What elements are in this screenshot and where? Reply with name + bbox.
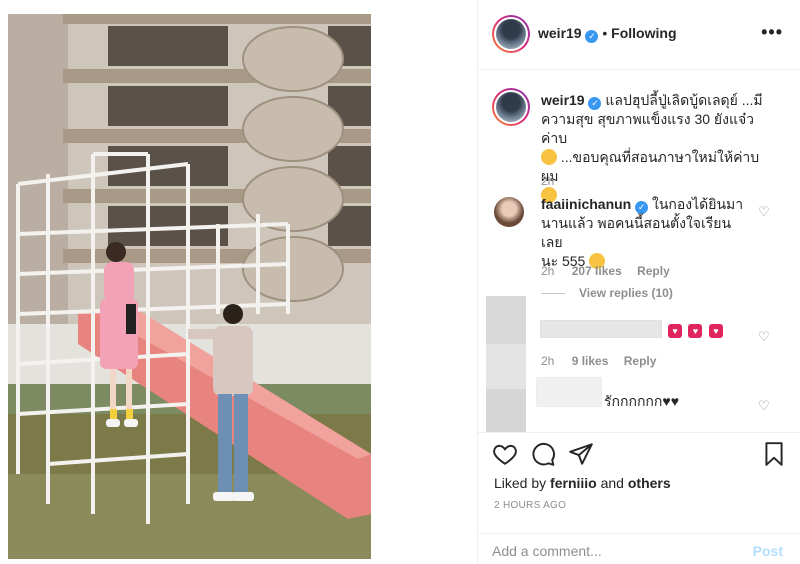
post-actions: Liked by ferniiio and others 2 HOURS AGO… xyxy=(478,432,800,564)
caption-text-line2: ความสุข สุขภาพแข็งแรง 30 ยังแจ๋วค่าบ xyxy=(541,111,755,146)
heart-emoji-icon: ♥ xyxy=(708,324,723,338)
comment-emoji-row: ♥ ♥ ♥ xyxy=(666,321,723,339)
comment-line1: ในกองได้ยินมา xyxy=(652,196,744,212)
author-username[interactable]: weir19 xyxy=(538,25,582,41)
blurred-avatar xyxy=(486,389,526,432)
liked-by-user[interactable]: ferniiio xyxy=(550,475,597,491)
photo-illustration xyxy=(8,14,371,559)
comment-username[interactable]: faaiinichanun xyxy=(541,196,631,212)
comment-text: faaiinichanun ✓ ในกองได้ยินมา นานแล้ว พอ… xyxy=(541,195,751,271)
post-photo-area xyxy=(0,0,477,564)
comment-like-heart-icon[interactable]: ♡ xyxy=(758,204,770,220)
caption-text-line3: ...ขอบคุณที่สอนภาษาใหม่ให้ค่าบผม xyxy=(541,149,760,184)
comment-time[interactable]: 2h xyxy=(541,264,554,278)
header-user-line: weir19 ✓ • Following xyxy=(538,25,677,43)
comment-reply-button[interactable]: Reply xyxy=(637,264,670,278)
view-replies[interactable]: View replies (10) xyxy=(541,286,673,300)
comment-meta: 2h 207 likes Reply xyxy=(541,264,670,278)
liked-by-line: Liked by ferniiio and others xyxy=(494,475,671,491)
blurred-avatar xyxy=(486,344,526,392)
post-time-ago[interactable]: 2 HOURS AGO xyxy=(494,500,566,511)
add-comment-input[interactable] xyxy=(492,540,732,562)
comment-avatar[interactable] xyxy=(494,197,524,227)
verified-badge-icon: ✓ xyxy=(635,201,649,214)
liked-by-and: and xyxy=(596,475,628,491)
verified-badge-icon: ✓ xyxy=(588,97,602,110)
author-avatar-image xyxy=(496,19,526,49)
bookmark-icon[interactable] xyxy=(761,441,787,467)
follow-status-button[interactable]: Following xyxy=(611,25,676,41)
comment-icon[interactable] xyxy=(530,441,556,467)
heart-emoji-icon: ♥ xyxy=(688,324,703,338)
comment-time[interactable]: 2h xyxy=(541,354,554,368)
header-separator: • xyxy=(602,25,608,41)
caption-avatar[interactable] xyxy=(492,88,530,126)
blurred-avatar xyxy=(486,296,526,344)
liked-by-prefix: Liked by xyxy=(494,475,551,491)
caption-username[interactable]: weir19 xyxy=(541,92,585,108)
comment-like-heart-icon[interactable]: ♡ xyxy=(758,398,770,414)
comment-text: รักกกกกก♥♥ xyxy=(604,393,680,409)
heart-icon[interactable] xyxy=(492,441,518,467)
heart-emoji-icon: ♥ xyxy=(668,324,682,338)
caption-text-line1: แลปฮุปลี้ปู่เลิดบู้ดเลดุย์ ...มี xyxy=(605,92,763,108)
smile-emoji-icon xyxy=(541,149,557,165)
add-comment-bar: Post xyxy=(478,533,800,564)
comment-likes[interactable]: 9 likes xyxy=(572,354,609,368)
share-icon[interactable] xyxy=(568,441,594,467)
author-avatar[interactable] xyxy=(492,15,530,53)
blurred-username xyxy=(540,320,662,338)
comments-section[interactable]: weir19 ✓ แลปฮุปลี้ปู่เลิดบู้ดเลดุย์ ...ม… xyxy=(478,71,800,432)
more-options-icon[interactable]: ••• xyxy=(761,22,783,43)
comment-reply-button[interactable]: Reply xyxy=(624,354,657,368)
view-replies-label[interactable]: View replies (10) xyxy=(579,286,673,300)
post-photo[interactable] xyxy=(8,14,371,559)
blurred-username xyxy=(536,377,602,407)
liked-by-others[interactable]: others xyxy=(628,475,671,491)
post-side-panel: weir19 ✓ • Following ••• weir19 ✓ แลปฮุป… xyxy=(477,0,800,564)
caption-time[interactable]: 2h xyxy=(541,174,554,188)
post-comment-button[interactable]: Post xyxy=(753,543,783,559)
verified-badge-icon: ✓ xyxy=(585,30,599,43)
comment-likes[interactable]: 207 likes xyxy=(572,264,622,278)
caption-avatar-image xyxy=(496,92,526,122)
comment-line2: นานแล้ว พอคนนี้สอนตั้งใจเรียนเลย xyxy=(541,215,732,250)
post-header: weir19 ✓ • Following ••• xyxy=(478,0,800,70)
caption: weir19 ✓ แลปฮุปลี้ปู่เลิดบู้ดเลดุย์ ...ม… xyxy=(541,91,771,205)
comment-meta: 2h 9 likes Reply xyxy=(541,354,656,368)
comment-like-heart-icon[interactable]: ♡ xyxy=(758,329,770,345)
